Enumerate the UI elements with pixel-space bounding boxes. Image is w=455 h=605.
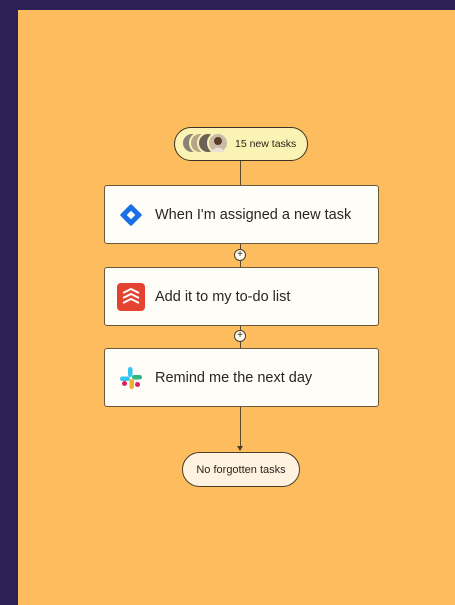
result-pill[interactable]: No forgotten tasks: [182, 452, 300, 487]
connector-line: [240, 406, 241, 448]
result-label: No forgotten tasks: [196, 463, 286, 476]
step-card-todo-list[interactable]: Add it to my to-do list: [104, 267, 379, 326]
step-card-assigned-task[interactable]: When I'm assigned a new task: [104, 185, 379, 244]
add-step-button[interactable]: +: [234, 330, 246, 342]
slack-icon: [117, 364, 145, 392]
new-tasks-label: 15 new tasks: [235, 138, 297, 150]
avatar-stack: [181, 130, 233, 158]
connector-line: [240, 161, 241, 185]
avatar: [207, 132, 229, 154]
step-card-reminder[interactable]: Remind me the next day: [104, 348, 379, 407]
step-label: Add it to my to-do list: [155, 288, 291, 305]
todoist-icon: [117, 282, 145, 311]
step-label: Remind me the next day: [155, 369, 313, 386]
step-label: When I'm assigned a new task: [155, 206, 352, 223]
add-step-button[interactable]: +: [234, 249, 246, 261]
arrow-down-icon: [237, 446, 243, 451]
new-tasks-pill[interactable]: 15 new tasks: [174, 127, 308, 161]
jira-icon: [117, 201, 145, 229]
